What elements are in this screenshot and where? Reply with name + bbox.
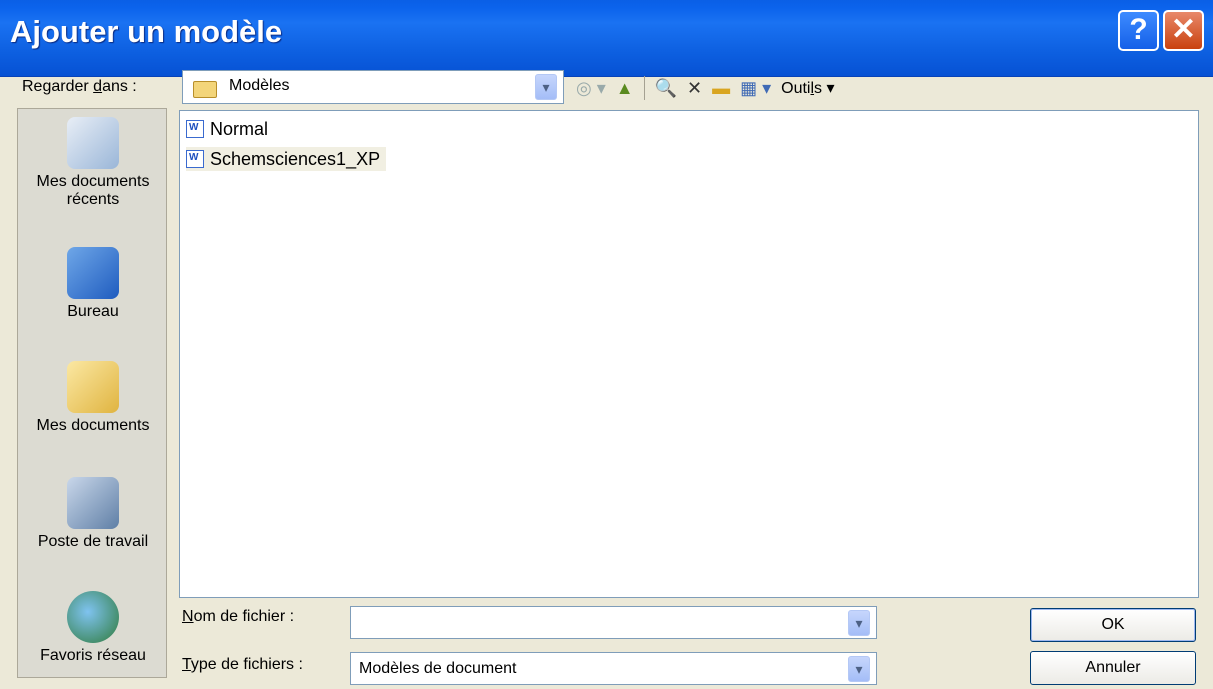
folder-icon <box>193 81 217 98</box>
look-in-value: Modèles <box>229 77 290 94</box>
dialog-title: Ajouter un modèle <box>10 14 283 49</box>
look-in-label: Regarder dans : <box>22 78 137 95</box>
word-template-icon <box>186 150 204 168</box>
look-in-dropdown-button[interactable]: ▾ <box>535 74 557 100</box>
word-template-icon <box>186 120 204 138</box>
views-icon[interactable]: ▦ ▾ <box>740 78 771 99</box>
recent-documents-icon <box>67 117 119 169</box>
list-item[interactable]: Normal <box>186 117 268 141</box>
filetype-dropdown-button[interactable]: ▾ <box>848 656 870 682</box>
filename-label: Nom de fichier : <box>182 608 295 625</box>
my-documents-icon <box>67 361 119 413</box>
place-network-places[interactable]: Favoris réseau <box>18 591 168 665</box>
filetype-select[interactable]: Modèles de document ▾ <box>350 652 877 685</box>
network-places-icon <box>67 591 119 643</box>
help-button[interactable]: ? <box>1118 10 1159 51</box>
file-list[interactable]: Normal Schemsciences1_XP <box>179 110 1199 598</box>
filename-dropdown-button[interactable]: ▾ <box>848 610 870 636</box>
toolbar: ◎ ▾ ▲ 🔍 ✕ ▬ ▦ ▾ Outils ▾ <box>576 72 835 104</box>
cancel-button[interactable]: Annuler <box>1030 651 1196 685</box>
up-folder-icon[interactable]: ▲ <box>616 78 634 99</box>
filetype-label: Type de fichiers : <box>182 656 303 673</box>
look-in-combo[interactable]: Modèles ▾ <box>182 70 564 104</box>
toolbar-separator <box>643 76 645 100</box>
title-bar[interactable]: Ajouter un modèle ? ✕ <box>0 0 1213 77</box>
close-button[interactable]: ✕ <box>1163 10 1204 51</box>
tools-menu[interactable]: Outils ▾ <box>781 78 834 98</box>
back-icon[interactable]: ◎ ▾ <box>576 78 606 99</box>
search-web-icon[interactable]: 🔍 <box>655 78 677 99</box>
ok-button[interactable]: OK <box>1030 608 1196 642</box>
delete-icon[interactable]: ✕ <box>687 78 702 99</box>
place-my-computer[interactable]: Poste de travail <box>18 477 168 551</box>
place-desktop[interactable]: Bureau <box>18 247 168 321</box>
list-item[interactable]: Schemsciences1_XP <box>186 147 387 171</box>
places-bar: Mes documents récents Bureau Mes documen… <box>17 108 167 678</box>
place-recent-documents[interactable]: Mes documents récents <box>18 117 168 209</box>
filename-input[interactable]: ▾ <box>350 606 877 639</box>
place-my-documents[interactable]: Mes documents <box>18 361 168 435</box>
my-computer-icon <box>67 477 119 529</box>
new-folder-icon[interactable]: ▬ <box>712 78 730 99</box>
desktop-icon <box>67 247 119 299</box>
